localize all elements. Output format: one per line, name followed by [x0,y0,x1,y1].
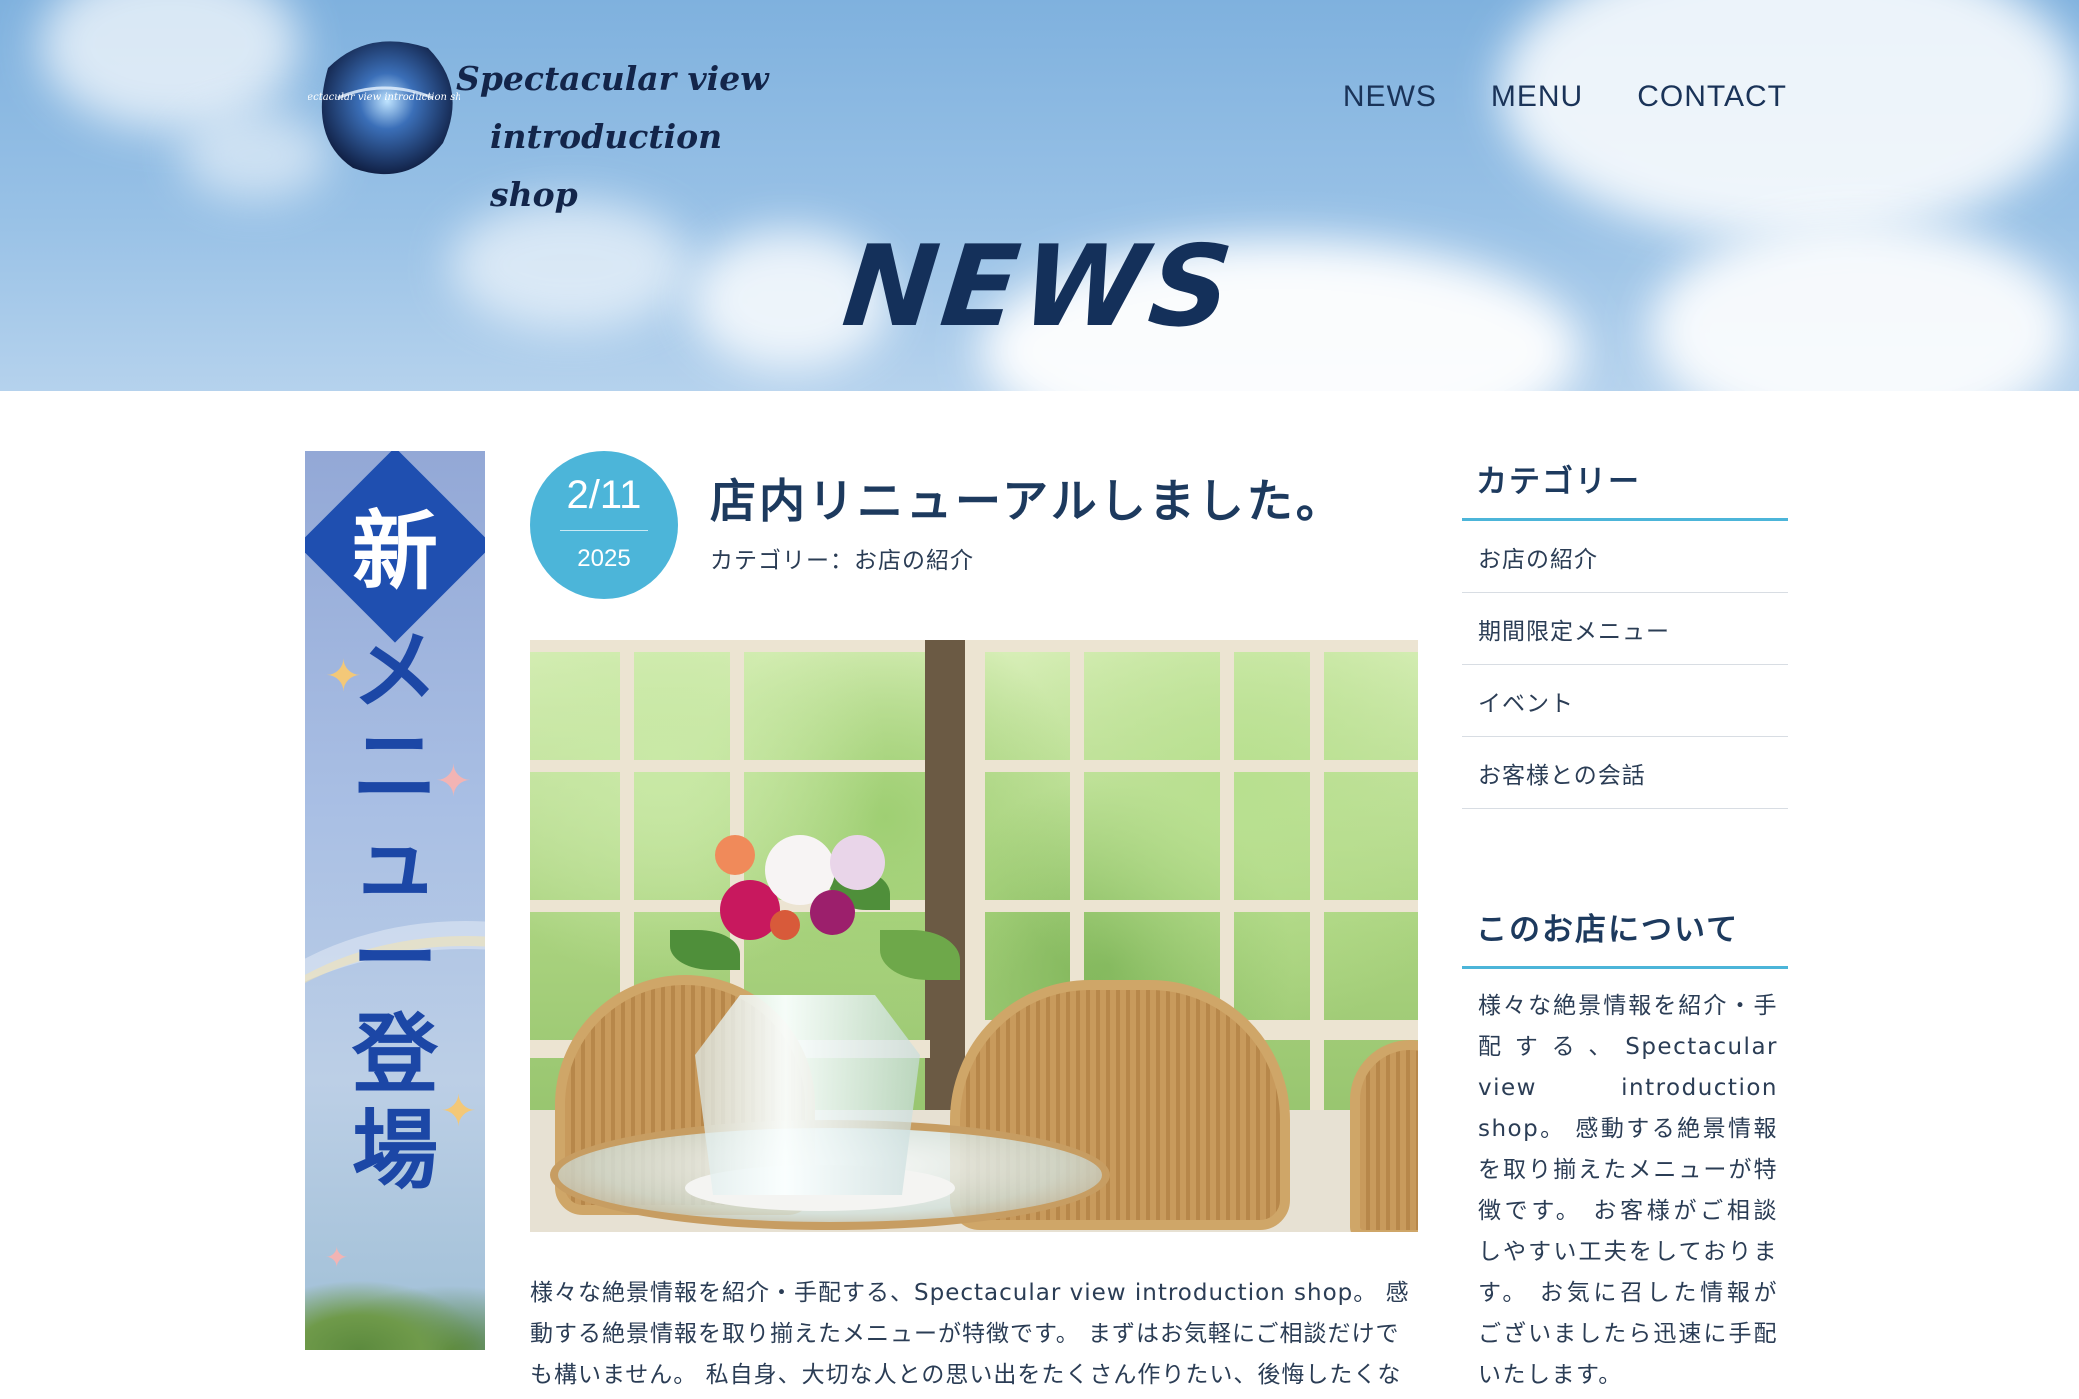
window-frame [985,900,1418,912]
flower [770,910,800,940]
banner-char: ー [352,909,438,1009]
post-category[interactable]: カテゴリー：お店の紹介 [710,541,974,575]
logo-wordmark[interactable]: Spectacular view introduction shop [456,50,786,224]
glass-vase [695,995,920,1195]
about-text: 様々な絶景情報を紹介・手配する、Spectacular view introdu… [1478,993,1778,1388]
sparkle-icon: ✦ [325,1241,349,1274]
post-body: 様々な絶景情報を紹介・手配する、Spectacular view introdu… [530,1280,1410,1388]
window-post [925,640,965,1110]
post-title[interactable]: 店内リニューアルしました。 [710,465,1345,531]
window-frame [530,760,930,772]
page-title: NEWS [837,222,1242,352]
flower [810,890,855,935]
post-photo [530,640,1418,1232]
wicker-chair [1350,1040,1418,1232]
category-item-customer-talk[interactable]: お客様との会話 [1462,737,1788,809]
shop-logo[interactable]: Spectacular view introduction shop [308,28,460,180]
categories-heading: カテゴリー [1462,452,1788,521]
logo-badge-text: Spectacular view introduction shop [308,92,460,103]
category-item-limited-menu[interactable]: 期間限定メニュー [1462,593,1788,665]
banner-badge-text: 新 [352,502,438,602]
hero-header: Spectacular view introduction shop Spect… [0,0,2079,391]
sparkle-icon: ✦ [440,1086,477,1137]
window-frame [985,760,1418,772]
date-divider [560,530,648,531]
sparkle-icon: ✦ [325,651,362,702]
post-date: 2/11 [566,473,642,517]
flower [715,835,755,875]
category-item-event[interactable]: イベント [1462,665,1788,737]
new-menu-banner[interactable]: 新 メ ニ ュ ー 登 場 ✦ ✦ ✦ ✦ [305,451,485,1350]
logo-line-1: Spectacular view [456,59,769,98]
sparkle-icon: ✦ [435,756,472,807]
logo-line-2: introduction shop [490,117,723,214]
cloud-decoration [1500,0,2079,240]
nav-menu-link[interactable]: MENU [1491,80,1583,114]
post-year: 2025 [577,545,631,572]
nav-news-link[interactable]: NEWS [1343,80,1437,114]
category-list: お店の紹介 期間限定メニュー イベント お客様との会話 [1462,521,1788,809]
flower [830,835,885,890]
category-item-shop-intro[interactable]: お店の紹介 [1462,521,1788,593]
post-date-badge: 2/11 2025 [530,451,678,599]
about-heading: このお店について [1462,900,1788,969]
nav-contact-link[interactable]: CONTACT [1637,80,1787,114]
main-nav: NEWS MENU CONTACT [1343,80,1787,114]
banner-char: ュ [352,813,438,913]
trees-decoration [305,1280,485,1350]
